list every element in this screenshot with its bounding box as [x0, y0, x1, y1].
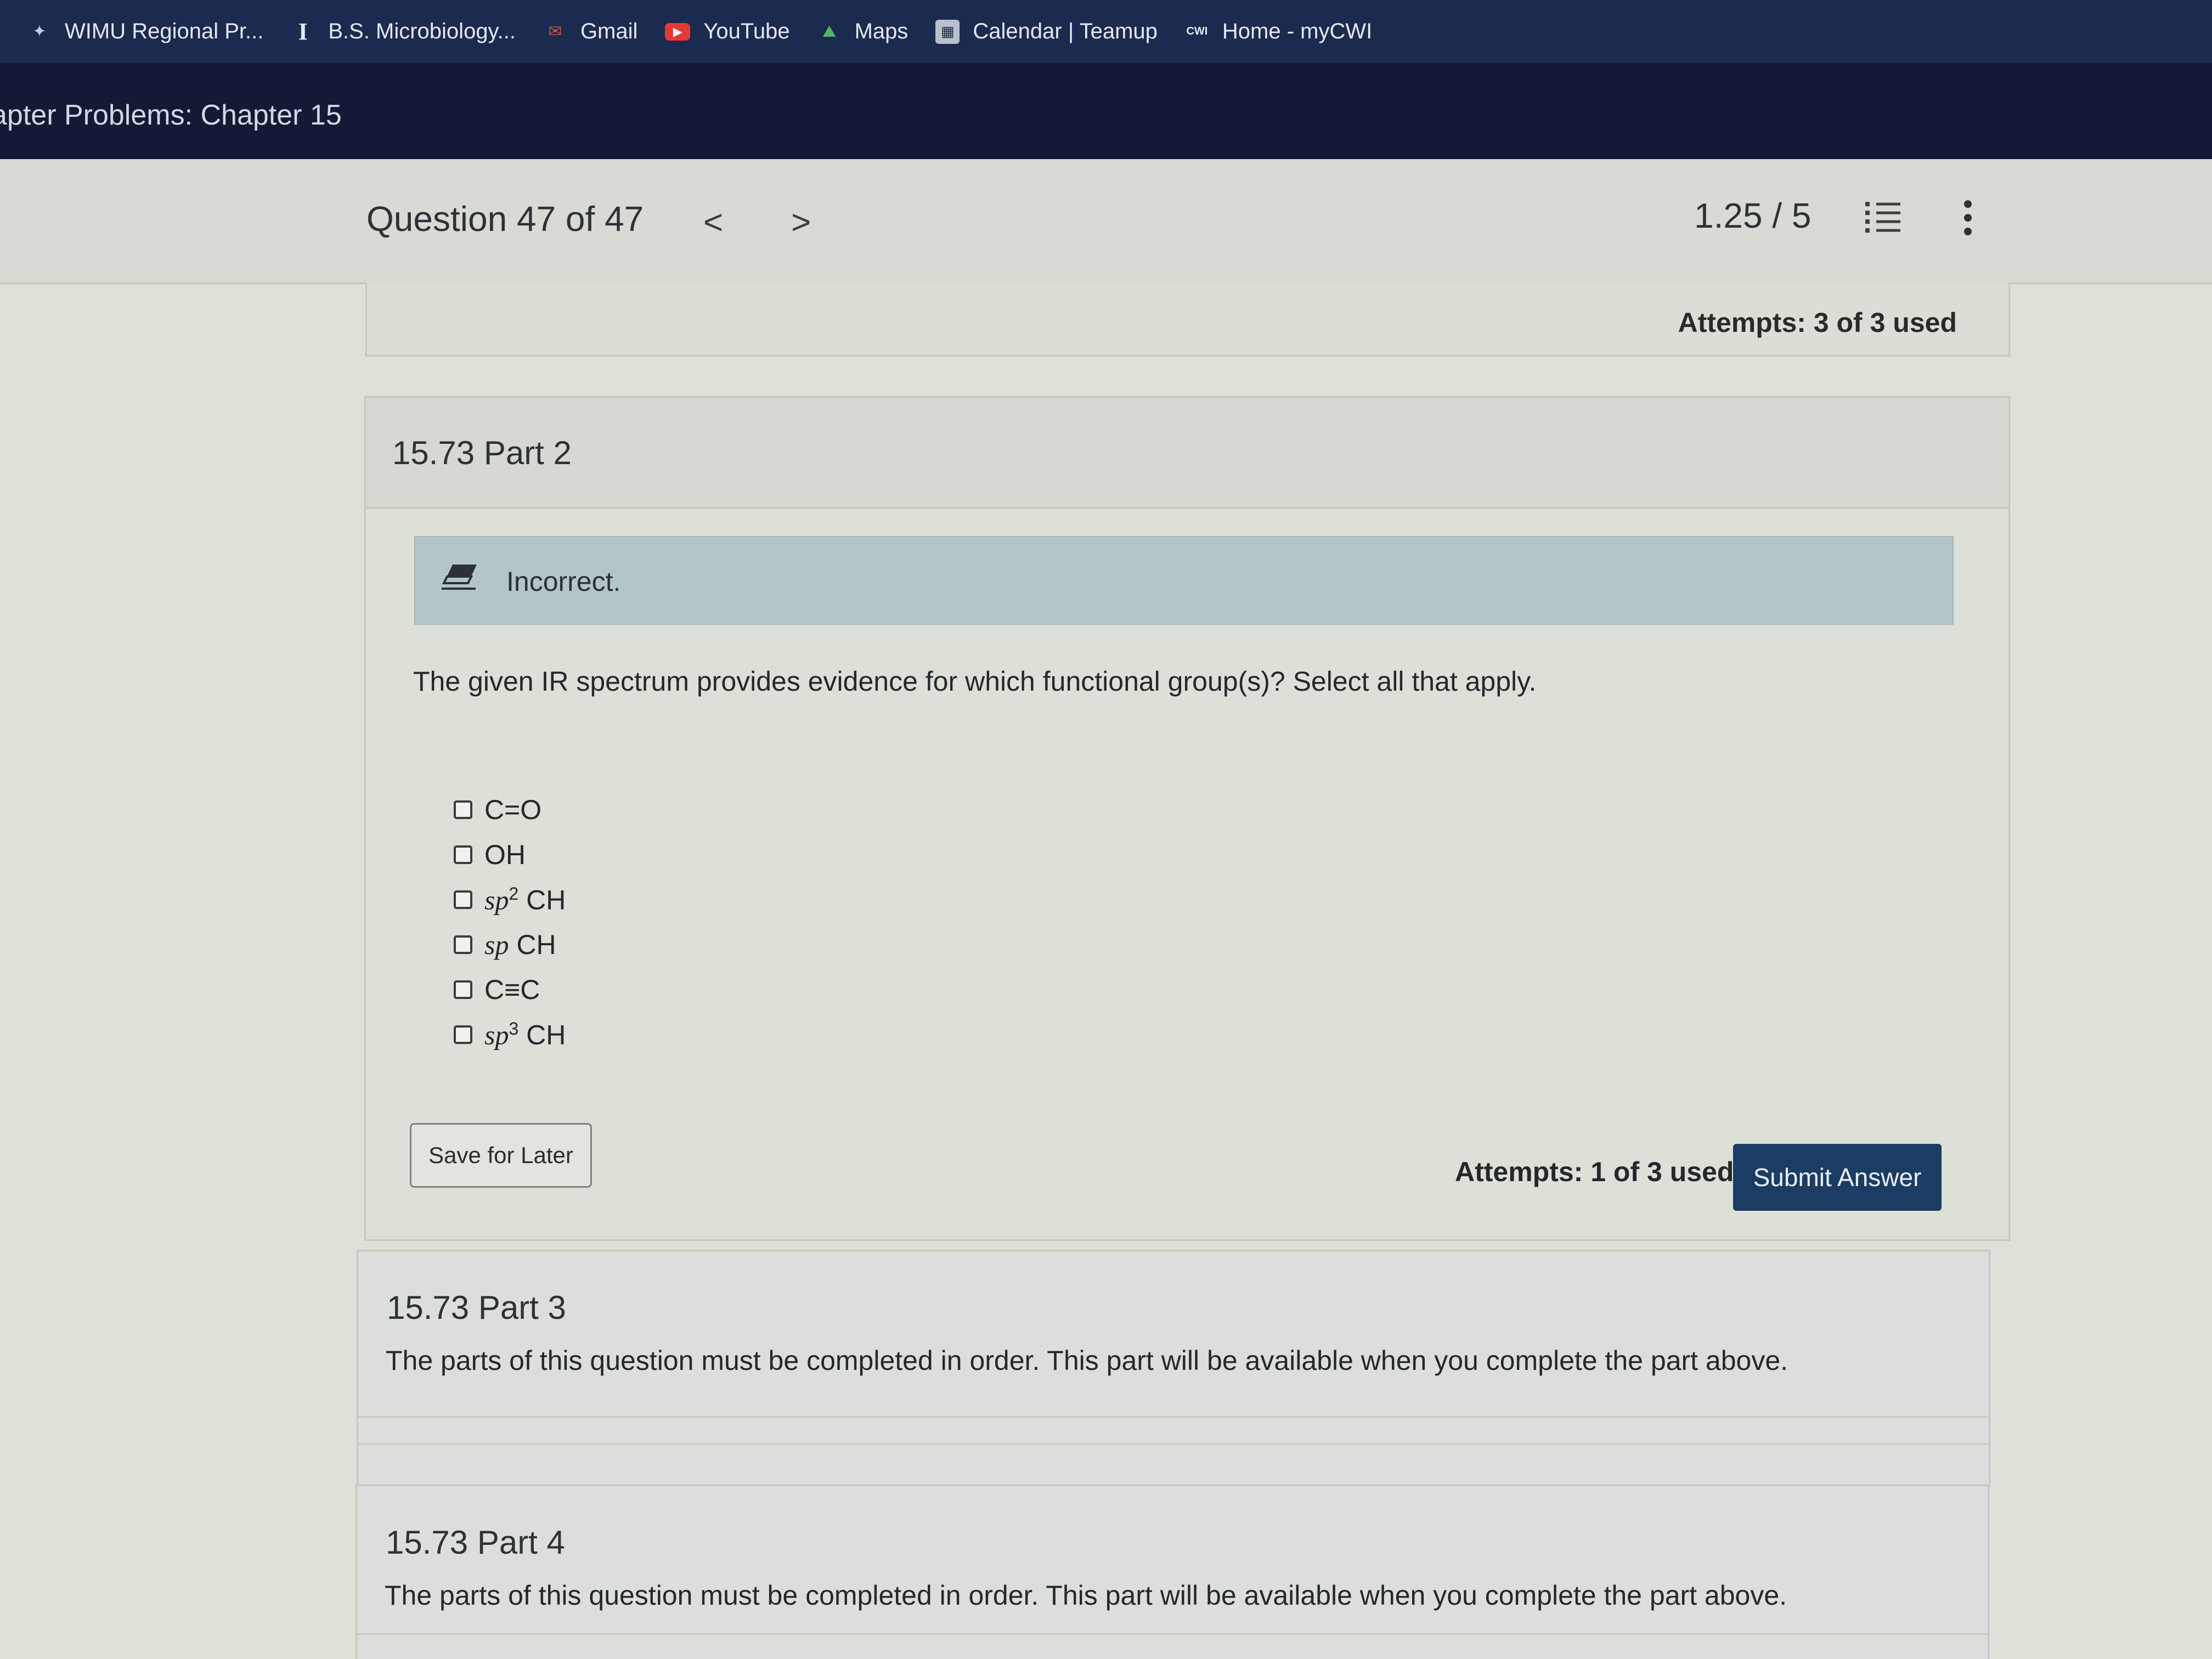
bookmark-gmail[interactable]: ✉ Gmail — [543, 19, 637, 44]
wimu-icon: ✦ — [32, 22, 47, 41]
calendar-icon: ▦ — [935, 19, 960, 44]
maps-icon: ⛰ — [822, 22, 837, 41]
checkbox[interactable] — [454, 890, 472, 909]
choice-sp2-ch[interactable]: sp2 CH — [454, 877, 566, 922]
bookmark-youtube[interactable]: ▶ YouTube — [665, 19, 790, 44]
part-2-header: 15.73 Part 2 — [366, 398, 2008, 509]
part-2-title: 15.73 Part 2 — [392, 435, 572, 471]
part-4-panel: 15.73 Part 4 The parts of this question … — [356, 1485, 1989, 1659]
bookmark-label: Home - myCWI — [1222, 19, 1373, 43]
part-3-title: 15.73 Part 3 — [387, 1289, 566, 1326]
attempts-used-label: Attempts: 1 of 3 used — [1455, 1156, 1734, 1187]
answer-choices: C=O OH sp2 CH sp CH C≡C sp3 CH — [454, 787, 566, 1057]
choice-c-double-bond-o[interactable]: C=O — [454, 787, 566, 832]
bond-text: CH — [518, 884, 566, 916]
choice-sp3-ch[interactable]: sp3 CH — [454, 1012, 566, 1057]
bookmark-mycwi[interactable]: CWI Home - myCWI — [1185, 19, 1372, 44]
bond-text: CH — [518, 1019, 566, 1051]
submit-answer-button[interactable]: Submit Answer — [1733, 1144, 1942, 1211]
bookmark-label: Maps — [854, 19, 909, 43]
feedback-text: Incorrect. — [506, 566, 621, 597]
bookmark-label: B.S. Microbiology... — [328, 19, 516, 43]
bookmark-label: YouTube — [703, 19, 790, 43]
bookmarks-bar: ✦ WIMU Regional Pr... I B.S. Microbiolog… — [0, 0, 2212, 63]
divider — [358, 1416, 1989, 1418]
hybridization: sp — [484, 1019, 509, 1051]
bookmark-calendar[interactable]: ▦ Calendar | Teamup — [935, 19, 1158, 44]
part-4-title: 15.73 Part 4 — [386, 1524, 565, 1561]
attempts-used-label: Attempts: 3 of 3 used — [1678, 307, 1957, 338]
bookmark-label: WIMU Regional Pr... — [65, 19, 264, 43]
i-book-icon: I — [298, 18, 308, 45]
checkbox[interactable] — [454, 980, 472, 999]
part-locked-note: The parts of this question must be compl… — [386, 1345, 1788, 1376]
bookmark-label: Gmail — [580, 19, 638, 43]
choice-label: C≡C — [484, 974, 540, 1005]
hybridization: sp — [484, 884, 509, 916]
more-options-icon[interactable] — [1960, 199, 1976, 237]
part-3-panel: 15.73 Part 3 The parts of this question … — [357, 1250, 1990, 1487]
choice-oh[interactable]: OH — [454, 832, 566, 877]
gmail-icon: ✉ — [548, 22, 562, 41]
checkbox[interactable] — [454, 1025, 472, 1044]
divider — [358, 1443, 1989, 1445]
choice-label: sp3 CH — [484, 1019, 566, 1051]
previous-part-panel: Attempts: 3 of 3 used — [365, 283, 2010, 357]
cwi-icon: CWI — [1186, 25, 1208, 37]
choice-label: sp CH — [484, 929, 556, 961]
checkbox[interactable] — [454, 800, 472, 819]
choice-c-triple-bond-c[interactable]: C≡C — [454, 967, 566, 1012]
superscript: 3 — [509, 1018, 519, 1039]
save-for-later-button[interactable]: Save for Later — [410, 1123, 592, 1188]
superscript: 2 — [509, 883, 519, 904]
divider — [357, 1633, 1988, 1635]
checkbox[interactable] — [454, 845, 472, 864]
bookmark-microbiology[interactable]: I B.S. Microbiology... — [291, 18, 516, 45]
previous-question-button[interactable]: < — [703, 203, 723, 242]
question-counter: Question 47 of 47 — [366, 199, 644, 239]
part-2-panel: 15.73 Part 2 Incorrect. The given IR spe… — [364, 396, 2010, 1241]
youtube-icon: ▶ — [665, 22, 691, 41]
checkbox[interactable] — [454, 935, 472, 954]
part-locked-note: The parts of this question must be compl… — [385, 1580, 1787, 1611]
bookmark-maps[interactable]: ⛰ Maps — [817, 19, 909, 44]
feedback-banner: Incorrect. — [414, 536, 1954, 625]
choice-label: sp2 CH — [484, 884, 566, 916]
assignment-title: apter Problems: Chapter 15 — [0, 99, 342, 131]
next-question-button[interactable]: > — [791, 203, 811, 242]
hybridization: sp — [484, 929, 509, 960]
bookmark-wimu[interactable]: ✦ WIMU Regional Pr... — [27, 19, 263, 44]
choice-label: C=O — [484, 794, 542, 825]
question-list-icon[interactable] — [1864, 200, 1903, 235]
question-prompt: The given IR spectrum provides evidence … — [413, 666, 1537, 697]
score-display: 1.25 / 5 — [1694, 196, 1812, 235]
choice-label: OH — [484, 839, 526, 870]
choice-sp-ch[interactable]: sp CH — [454, 922, 566, 967]
bookmark-label: Calendar | Teamup — [973, 19, 1158, 43]
eraser-icon — [442, 565, 477, 590]
bond-text: CH — [509, 929, 556, 960]
